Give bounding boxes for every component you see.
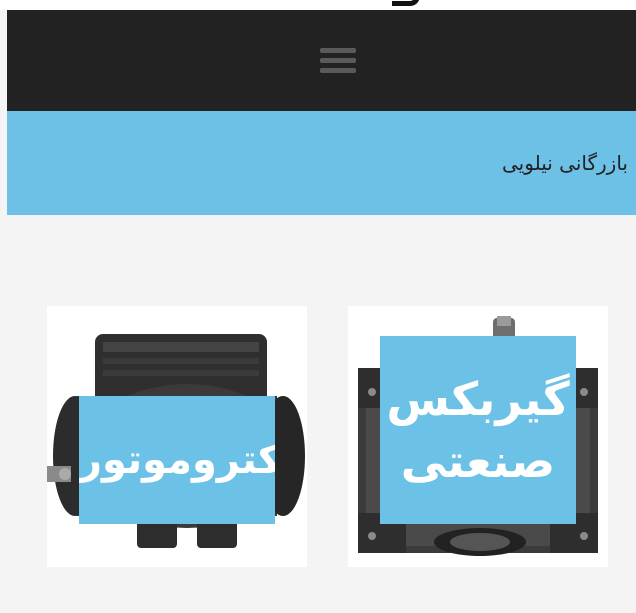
product-label-text: الکتروموتور bbox=[79, 437, 275, 483]
hamburger-menu-icon[interactable] bbox=[320, 48, 356, 74]
clipped-logo-glyph bbox=[392, 0, 420, 6]
product-card-electromotor[interactable]: الکتروموتور bbox=[47, 306, 307, 567]
page-title: بازرگانی نیلویی bbox=[502, 151, 628, 175]
menu-bar-top bbox=[320, 48, 356, 53]
top-strip bbox=[0, 0, 636, 10]
product-label: الکتروموتور bbox=[79, 396, 275, 524]
menu-bar-bottom bbox=[320, 68, 356, 73]
page: بازرگانی نیلویی گیربکس صنعتی کتروموتور bbox=[0, 0, 636, 613]
product-card-gearbox[interactable]: گیربکس صنعتی bbox=[348, 306, 608, 567]
menu-bar-middle bbox=[320, 58, 356, 63]
navbar bbox=[7, 10, 636, 111]
breadcrumb-bar: بازرگانی نیلویی bbox=[7, 111, 636, 215]
product-label: گیربکس صنعتی bbox=[380, 336, 576, 524]
